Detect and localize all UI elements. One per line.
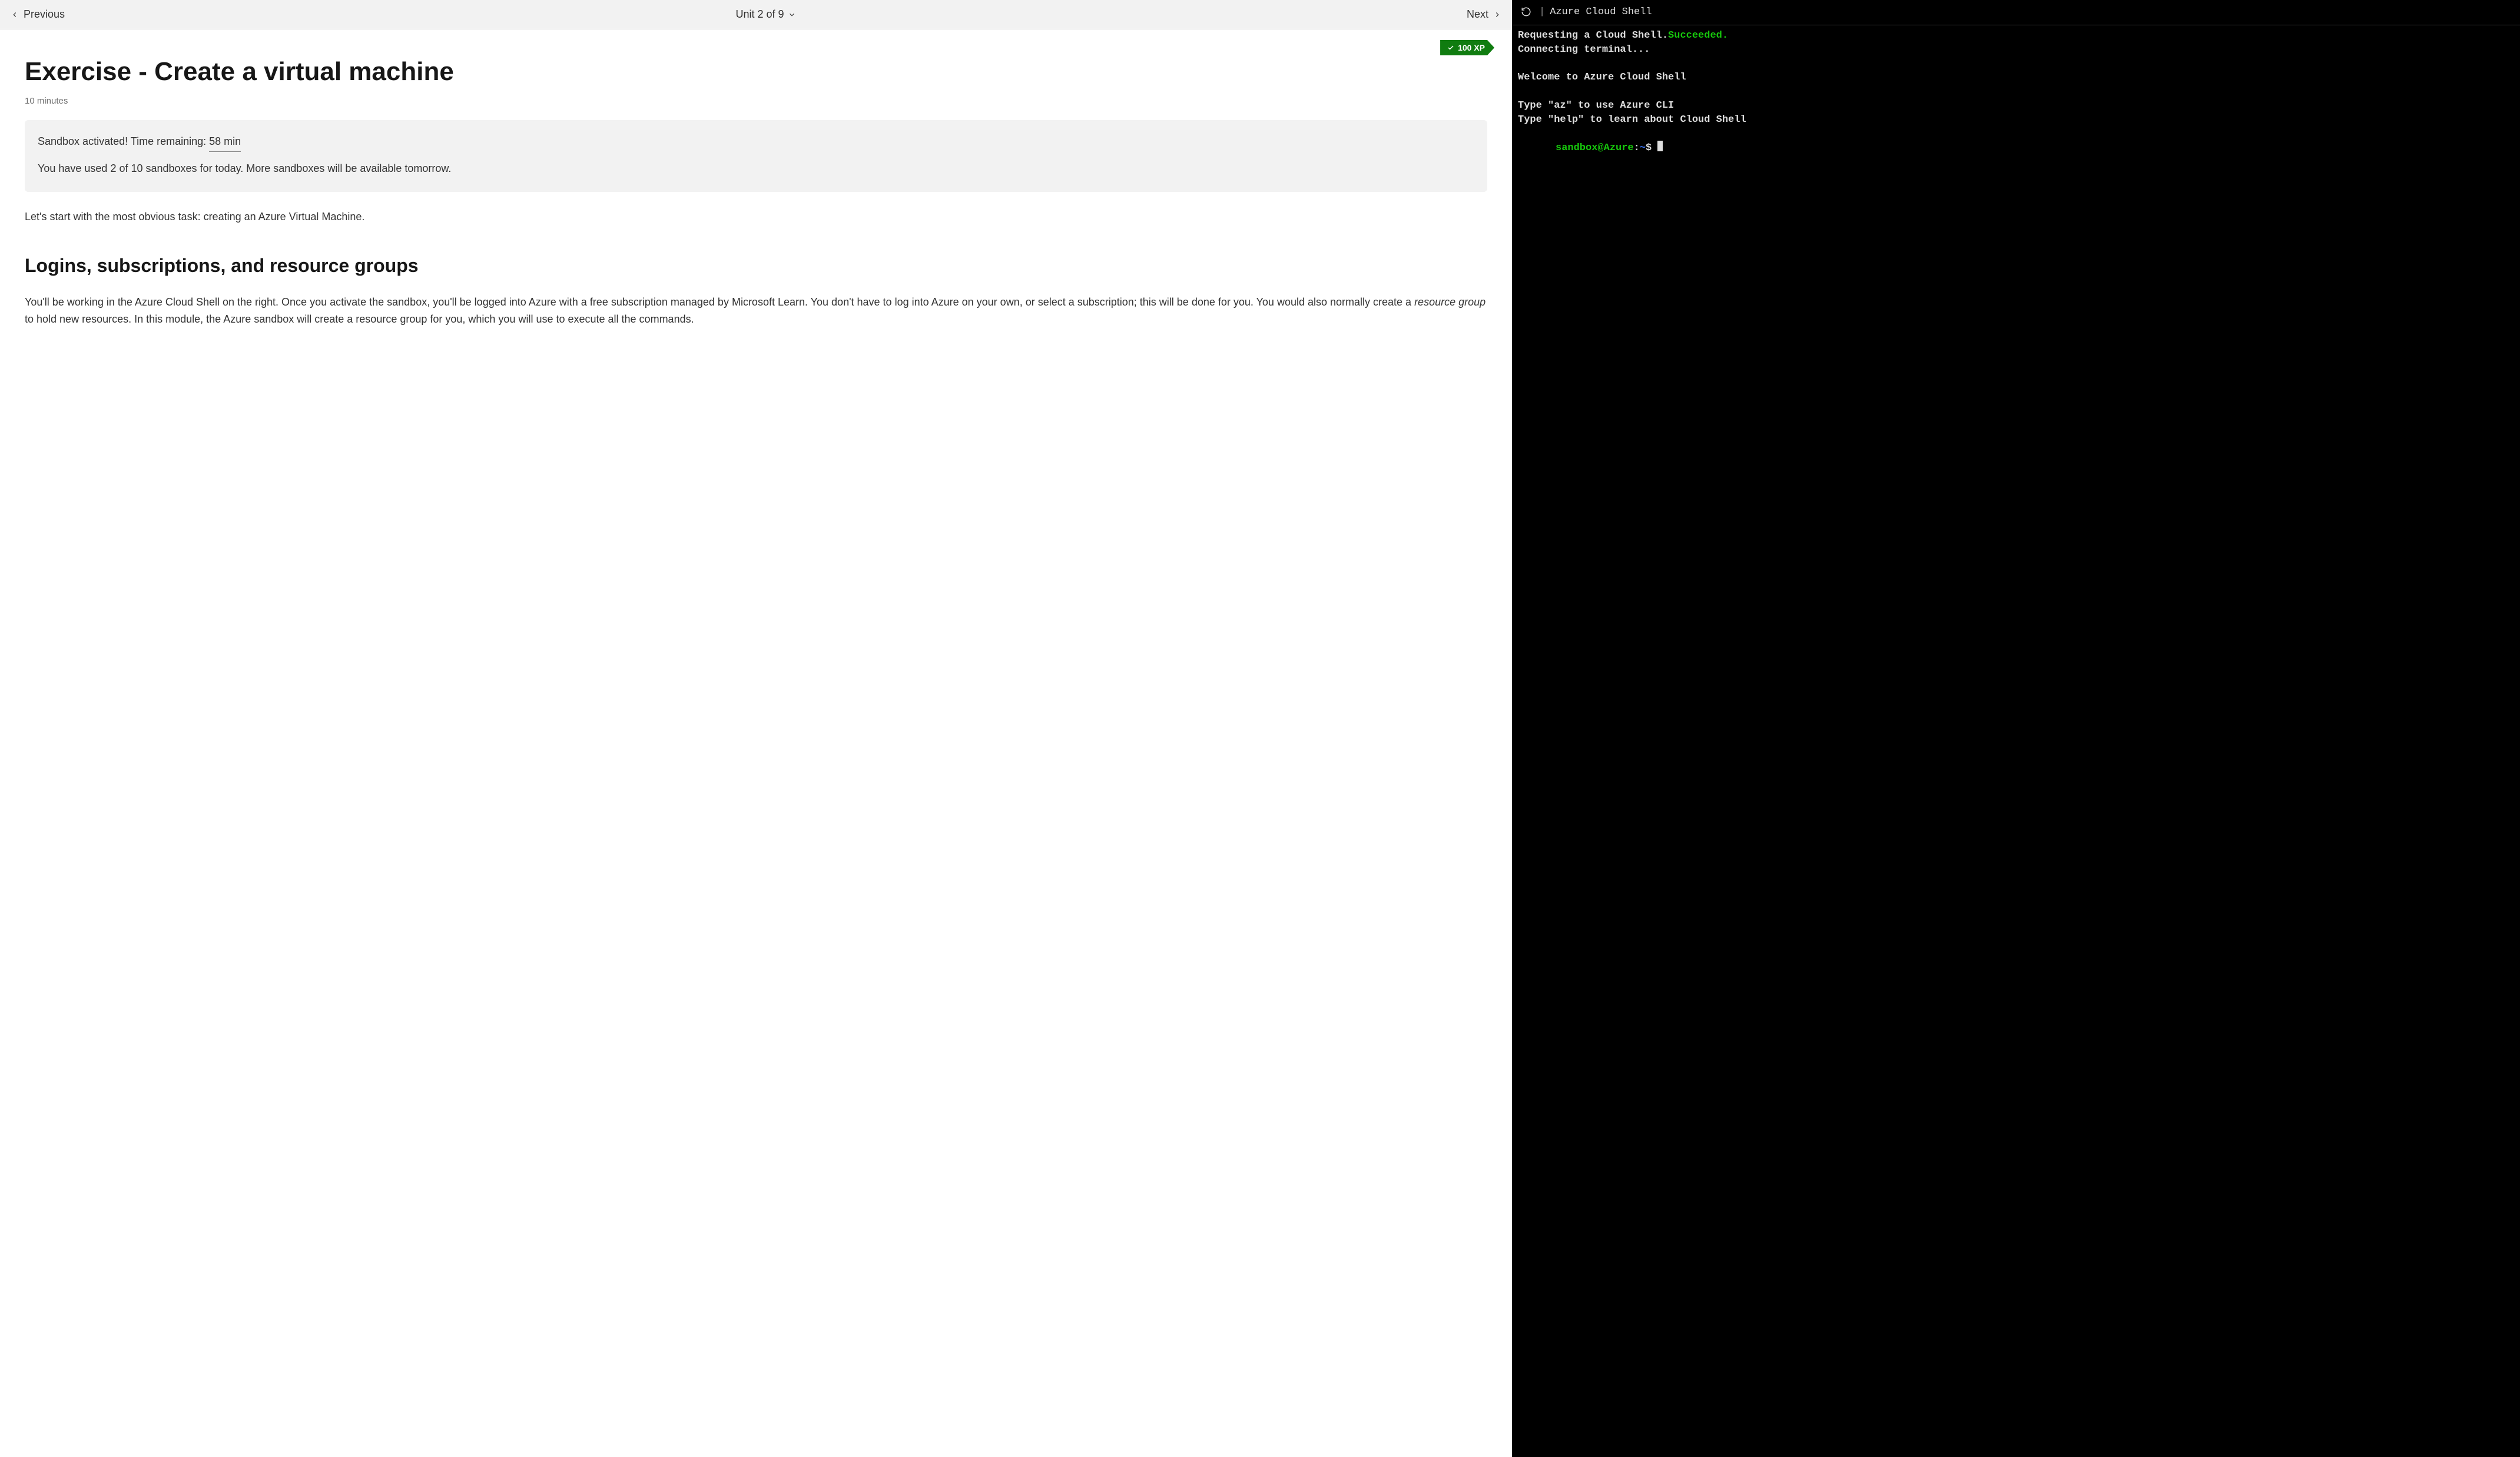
term-hint1: Type "az" to use Azure CLI	[1518, 100, 1674, 111]
content-pane: Previous Unit 2 of 9 Next 100 XP Exercis…	[0, 0, 1512, 1457]
next-button[interactable]: Next	[1467, 8, 1501, 21]
previous-button[interactable]: Previous	[11, 8, 65, 21]
sandbox-status-prefix: Sandbox activated! Time remaining:	[38, 135, 209, 147]
intro-text: Let's start with the most obvious task: …	[25, 208, 1487, 225]
prompt-user: sandbox	[1556, 142, 1597, 154]
terminal-body[interactable]: Requesting a Cloud Shell.Succeeded. Conn…	[1512, 25, 2520, 159]
terminal-header: | Azure Cloud Shell	[1512, 0, 2520, 25]
chevron-left-icon	[11, 11, 19, 19]
previous-label: Previous	[24, 8, 65, 21]
terminal-prompt: sandbox@Azure:~$	[1556, 142, 1663, 154]
unit-indicator-label: Unit 2 of 9	[735, 8, 784, 21]
section-body: You'll be working in the Azure Cloud She…	[25, 294, 1487, 328]
chevron-down-icon	[788, 11, 796, 19]
page-title: Exercise - Create a virtual machine	[25, 57, 1487, 88]
term-line2: Connecting terminal...	[1518, 44, 1650, 55]
xp-label: 100 XP	[1458, 43, 1485, 52]
unit-nav-bar: Previous Unit 2 of 9 Next	[0, 0, 1512, 29]
terminal-cursor	[1657, 141, 1663, 151]
sandbox-time-remaining: 58 min	[209, 133, 241, 152]
section-body-a: You'll be working in the Azure Cloud She…	[25, 296, 1414, 308]
xp-badge: 100 XP	[1440, 40, 1494, 55]
next-label: Next	[1467, 8, 1488, 21]
prompt-colon: :	[1634, 142, 1640, 154]
term-line1-a: Requesting a Cloud Shell.	[1518, 30, 1668, 41]
prompt-path: ~	[1640, 142, 1646, 154]
term-hint2: Type "help" to learn about Cloud Shell	[1518, 114, 1746, 125]
prompt-at: @	[1597, 142, 1603, 154]
section-body-b: to hold new resources. In this module, t…	[25, 313, 694, 325]
restart-icon	[1521, 6, 1531, 17]
terminal-title: Azure Cloud Shell	[1550, 6, 1652, 18]
term-welcome: Welcome to Azure Cloud Shell	[1518, 72, 1686, 83]
unit-indicator[interactable]: Unit 2 of 9	[735, 8, 795, 21]
terminal-pane: | Azure Cloud Shell Requesting a Cloud S…	[1512, 0, 2520, 1457]
time-estimate: 10 minutes	[25, 96, 1487, 106]
chevron-right-icon	[1493, 11, 1501, 19]
prompt-symbol: $	[1646, 142, 1652, 154]
sandbox-status: Sandbox activated! Time remaining: 58 mi…	[38, 133, 1474, 152]
sandbox-usage-note: You have used 2 of 10 sandboxes for toda…	[38, 160, 1474, 177]
term-line1-b: Succeeded.	[1668, 30, 1728, 41]
restart-button[interactable]	[1518, 4, 1534, 20]
section-body-em: resource group	[1414, 296, 1486, 308]
check-icon	[1447, 44, 1454, 51]
terminal-divider: |	[1539, 6, 1545, 18]
content-scroll[interactable]: 100 XP Exercise - Create a virtual machi…	[0, 29, 1512, 1457]
prompt-host: Azure	[1604, 142, 1634, 154]
section-heading: Logins, subscriptions, and resource grou…	[25, 254, 1487, 277]
sandbox-info-box: Sandbox activated! Time remaining: 58 mi…	[25, 120, 1487, 193]
